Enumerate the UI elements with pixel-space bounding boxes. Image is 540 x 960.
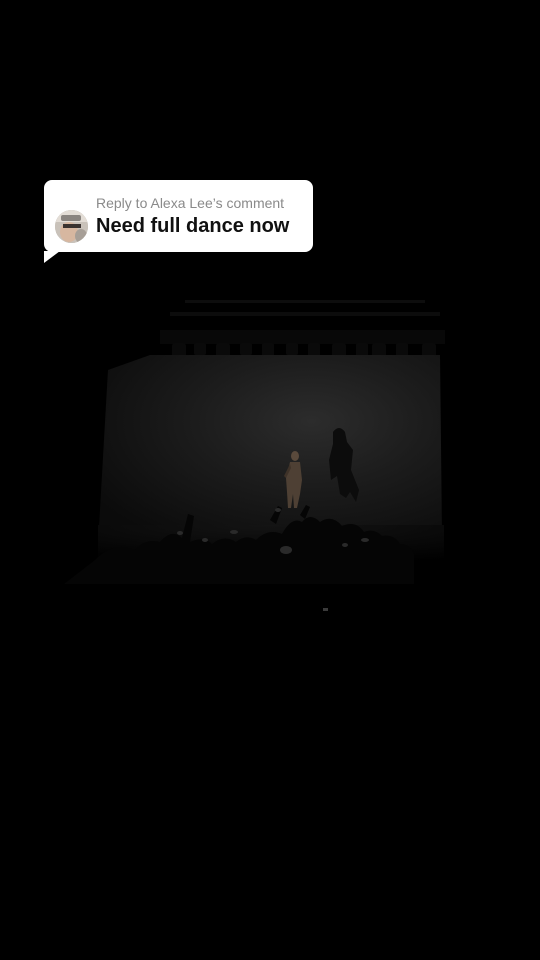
- video-stage[interactable]: Reply to Alexa Lee’s comment Need full d…: [0, 0, 540, 960]
- avatar-image: [55, 210, 88, 243]
- reply-comment-bubble[interactable]: Reply to Alexa Lee’s comment Need full d…: [44, 180, 313, 263]
- concert-video-frame: [64, 300, 445, 611]
- reply-to-label: Reply to Alexa Lee’s comment: [96, 195, 285, 211]
- reply-comment-text: Need full dance now: [96, 215, 290, 237]
- stage-backdrop: [98, 355, 442, 545]
- bubble-tail: [44, 251, 60, 263]
- phone-screen-glint: [323, 608, 328, 611]
- commenter-avatar[interactable]: [55, 210, 88, 243]
